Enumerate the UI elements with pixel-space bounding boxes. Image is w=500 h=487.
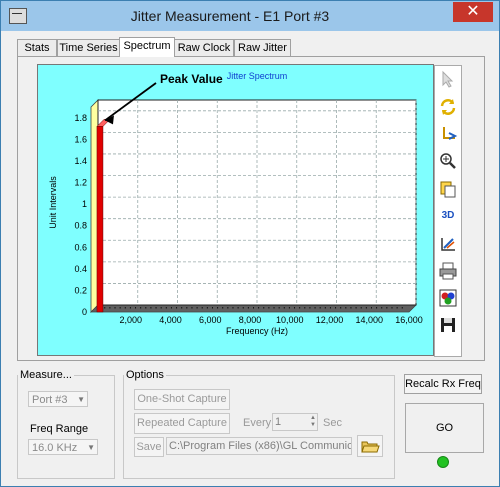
y-tick-label: 0.4 bbox=[74, 264, 87, 274]
palette-icon[interactable] bbox=[438, 288, 458, 308]
chart-area: Jitter Spectrum 0 0.2 0.4 0.6 0.8 1 1.2 1.4 1.6 1.… bbox=[37, 64, 434, 356]
zoom-icon[interactable] bbox=[438, 151, 458, 171]
chevron-down-icon: ▼ bbox=[77, 395, 85, 404]
every-label: Every bbox=[243, 417, 272, 429]
window-title: Jitter Measurement - E1 Port #3 bbox=[130, 8, 330, 24]
y-tick-label: 0.6 bbox=[74, 242, 87, 252]
3d-toggle-icon[interactable]: 3D bbox=[438, 206, 458, 226]
annotation-peak-value: Peak Value bbox=[160, 72, 223, 86]
y-tick-label: 0.8 bbox=[74, 221, 87, 231]
port-select[interactable]: Port #3 ▼ bbox=[28, 391, 88, 407]
sec-label: Sec bbox=[323, 417, 342, 429]
tab-time-series[interactable]: Time Series bbox=[57, 39, 120, 56]
print-icon[interactable] bbox=[438, 261, 458, 281]
recalc-rx-freq-button[interactable]: Recalc Rx Freq bbox=[404, 374, 482, 394]
jitter-spectrum-chart: Jitter Spectrum 0 0.2 0.4 0.6 0.8 1 1.2 1.4 1.6 1.… bbox=[48, 71, 423, 336]
chevron-down-icon: ▼ bbox=[87, 443, 95, 452]
axis-icon[interactable] bbox=[438, 124, 458, 144]
x-tick-label: 16,000 bbox=[395, 315, 423, 325]
interval-stepper[interactable]: 1 ▲ ▼ bbox=[272, 413, 318, 431]
x-axis-label: Frequency (Hz) bbox=[226, 326, 288, 336]
browse-folder-button[interactable] bbox=[357, 435, 383, 457]
options-legend: Options bbox=[126, 369, 164, 381]
spectrum-panel: Jitter Spectrum 0 0.2 0.4 0.6 0.8 1 1.2 1.4 1.6 1.… bbox=[17, 56, 485, 361]
x-tick-label: 4,000 bbox=[159, 315, 182, 325]
save-path-field[interactable]: C:\Program Files (x86)\GL Communications… bbox=[166, 437, 352, 455]
go-button[interactable]: GO bbox=[405, 403, 484, 453]
repeated-capture-button[interactable]: Repeated Capture bbox=[134, 413, 230, 434]
freq-range-select[interactable]: 16.0 KHz ▼ bbox=[28, 439, 98, 455]
refresh-icon[interactable] bbox=[438, 97, 458, 117]
interval-value: 1 bbox=[275, 416, 282, 428]
spin-arrows-icon[interactable]: ▲ ▼ bbox=[310, 415, 316, 429]
status-led bbox=[437, 456, 449, 468]
y-tick-label: 1.6 bbox=[74, 134, 87, 144]
one-shot-capture-button[interactable]: One-Shot Capture bbox=[134, 389, 230, 410]
x-tick-label: 8,000 bbox=[239, 315, 262, 325]
freq-range-label: Freq Range bbox=[30, 423, 89, 435]
tab-raw-clock[interactable]: Raw Clock bbox=[174, 39, 234, 56]
bar bbox=[96, 126, 104, 313]
save-button[interactable]: Save bbox=[134, 437, 164, 457]
style-icon[interactable] bbox=[438, 234, 458, 254]
folder-open-icon bbox=[361, 441, 380, 453]
pointer-icon[interactable] bbox=[438, 69, 458, 89]
title-bar: Jitter Measurement - E1 Port #3 ✕ bbox=[1, 1, 499, 31]
y-tick-label: 1.8 bbox=[74, 113, 87, 123]
x-tick-label: 10,000 bbox=[276, 315, 304, 325]
save-icon[interactable] bbox=[438, 315, 458, 335]
chart-toolbar: 3D bbox=[434, 65, 462, 357]
y-tick-label: 1.4 bbox=[74, 156, 87, 166]
y-tick-label: 0 bbox=[82, 307, 87, 317]
close-button[interactable]: ✕ bbox=[453, 2, 493, 22]
y-tick-label: 1.2 bbox=[74, 178, 87, 188]
tab-raw-jitter[interactable]: Raw Jitter bbox=[234, 39, 291, 56]
freq-range-value: 16.0 KHz bbox=[32, 442, 78, 454]
measure-legend: Measure... bbox=[20, 369, 72, 381]
copy-icon[interactable] bbox=[438, 179, 458, 199]
chart-title: Jitter Spectrum bbox=[227, 71, 288, 81]
tab-spectrum[interactable]: Spectrum bbox=[119, 37, 175, 57]
x-tick-label: 12,000 bbox=[316, 315, 344, 325]
x-tick-label: 14,000 bbox=[355, 315, 383, 325]
port-value: Port #3 bbox=[32, 394, 68, 406]
x-tick-label: 6,000 bbox=[199, 315, 222, 325]
x-tick-label: 2,000 bbox=[119, 315, 142, 325]
y-tick-label: 0.2 bbox=[74, 285, 87, 295]
jitter-measurement-window: Jitter Measurement - E1 Port #3 ✕ Stats … bbox=[0, 0, 500, 487]
y-tick-label: 1 bbox=[82, 199, 87, 209]
tab-stats[interactable]: Stats bbox=[17, 39, 57, 56]
y-axis-label: Unit Intervals bbox=[48, 176, 58, 229]
